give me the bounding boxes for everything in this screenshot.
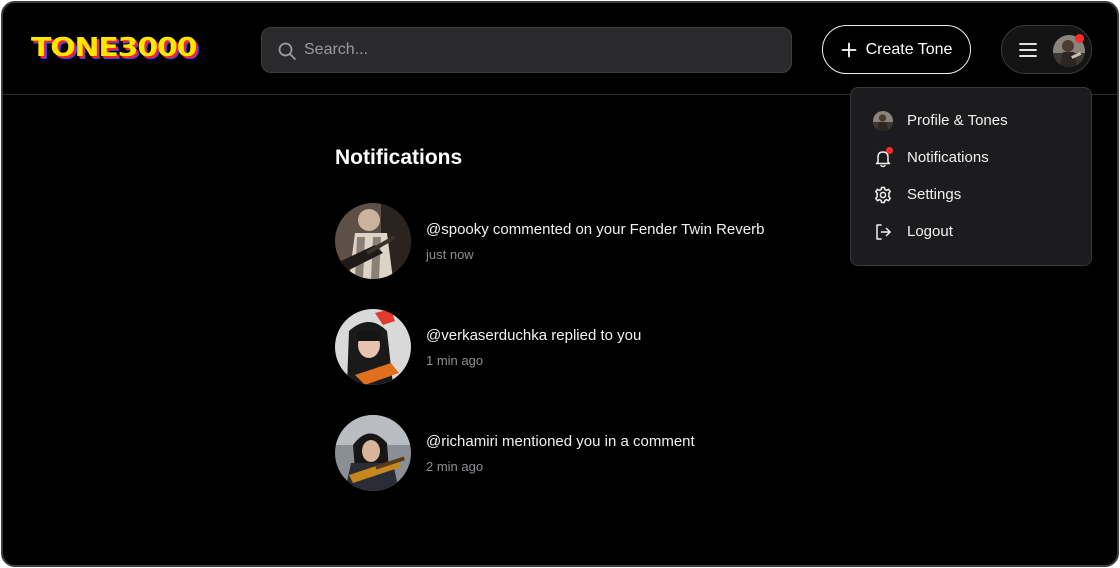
top-bar: TONE3000 TONE3000 TONE3000 Create Tone: [3, 3, 1117, 95]
user-dropdown-menu: Profile & Tones Notifications Settings L…: [850, 87, 1092, 266]
notification-time: just now: [426, 247, 474, 262]
search-input[interactable]: [304, 28, 774, 72]
menu-item-settings[interactable]: Settings: [851, 176, 1091, 213]
menu-item-logout[interactable]: Logout: [851, 213, 1091, 250]
menu-item-label: Logout: [907, 223, 953, 240]
tone3000-logo[interactable]: TONE3000 TONE3000 TONE3000: [31, 33, 235, 67]
app-window: TONE3000 TONE3000 TONE3000 Create Tone: [1, 1, 1119, 567]
hamburger-icon: [1019, 43, 1037, 57]
search-icon: [278, 42, 296, 60]
menu-item-profile-tones[interactable]: Profile & Tones: [851, 102, 1091, 139]
gear-icon: [875, 186, 891, 204]
notification-item[interactable]: @richamiri mentioned you in a comment 2 …: [335, 415, 835, 491]
menu-item-notifications[interactable]: Notifications: [851, 139, 1091, 176]
search-bar[interactable]: [261, 27, 792, 73]
menu-item-label: Notifications: [907, 149, 989, 166]
user-avatar: [335, 309, 411, 385]
plus-icon: [841, 42, 856, 57]
create-tone-button[interactable]: Create Tone: [822, 25, 971, 74]
notification-message: @spooky commented on your Fender Twin Re…: [426, 221, 765, 238]
create-tone-label: Create Tone: [865, 40, 953, 58]
user-menu-button[interactable]: [1001, 25, 1092, 74]
notification-item[interactable]: @spooky commented on your Fender Twin Re…: [335, 203, 835, 279]
notification-message: @verkaserduchka replied to you: [426, 327, 642, 344]
user-avatar: [335, 415, 411, 491]
notification-item[interactable]: @verkaserduchka replied to you 1 min ago: [335, 309, 835, 385]
notification-dot: [1075, 34, 1084, 43]
avatar: [873, 111, 893, 131]
menu-item-label: Settings: [907, 186, 962, 203]
notification-dot: [886, 147, 893, 154]
notification-time: 2 min ago: [426, 459, 484, 474]
user-avatar: [335, 203, 411, 279]
logo-text: TONE3000: [31, 33, 197, 63]
menu-item-label: Profile & Tones: [907, 112, 1008, 129]
page-title: Notifications: [335, 146, 463, 169]
notification-time: 1 min ago: [426, 353, 484, 368]
logout-icon: [876, 224, 891, 240]
notification-message: @richamiri mentioned you in a comment: [426, 433, 695, 450]
